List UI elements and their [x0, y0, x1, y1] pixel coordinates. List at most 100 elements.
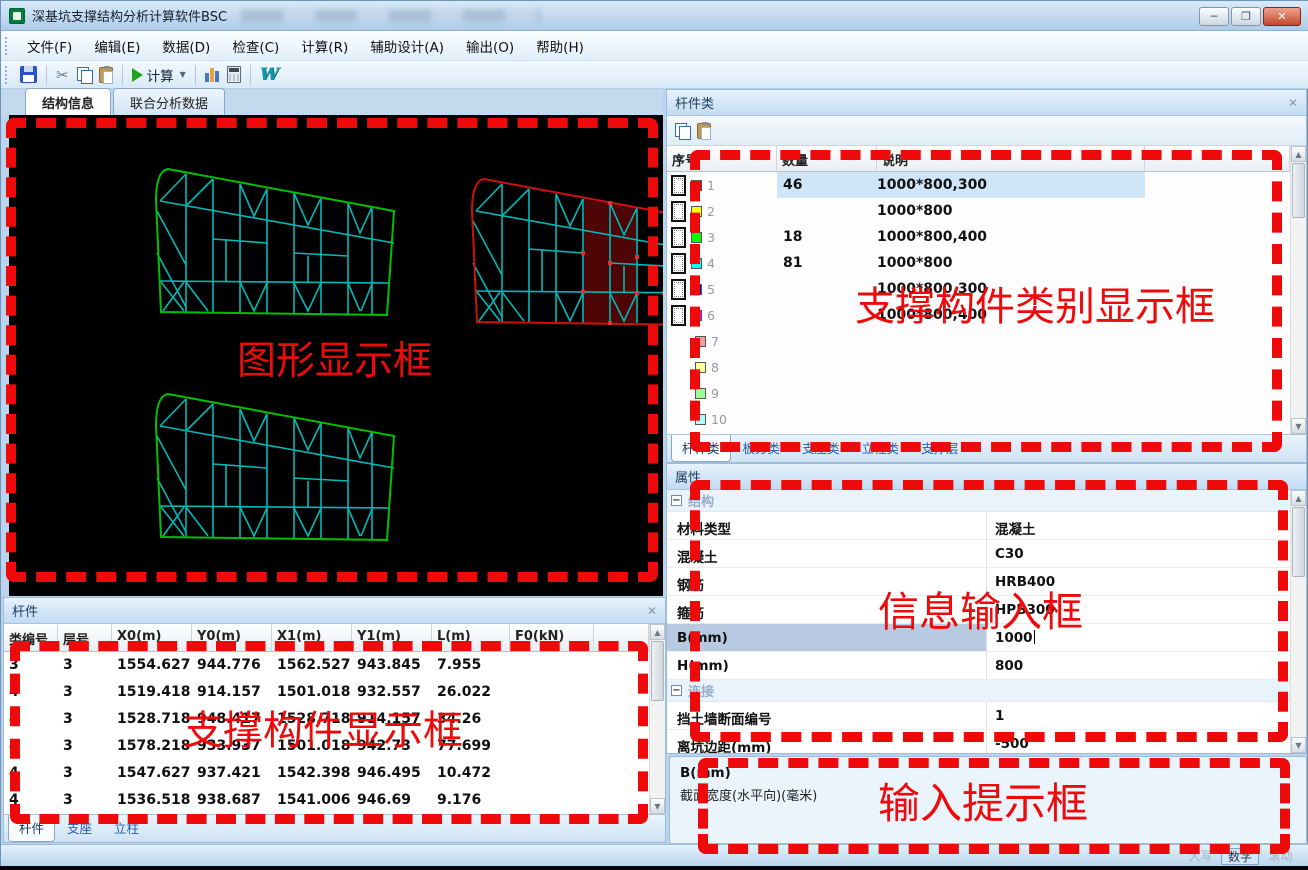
list-item[interactable]: 3181000*800,400 — [667, 224, 1290, 250]
property-row[interactable]: 钢筋HRB400 — [667, 568, 1290, 596]
list-item[interactable]: 8 — [667, 354, 1290, 380]
collapse-icon[interactable]: − — [671, 685, 682, 696]
property-group-header[interactable]: −连接 — [667, 680, 1290, 702]
paste-button[interactable] — [95, 65, 117, 85]
toolbar-separator — [122, 65, 123, 85]
property-panel-title: 属性 — [675, 467, 701, 486]
tab-category-4[interactable]: 支撑层 — [911, 435, 969, 461]
scroll-down-icon[interactable]: ▼ — [1291, 418, 1306, 434]
property-value-input[interactable]: -500 — [987, 730, 1290, 753]
scroll-up-icon[interactable]: ▲ — [1291, 146, 1306, 162]
category-row-number: 10 — [711, 412, 727, 427]
property-scrollbar[interactable]: ▲ ▼ — [1290, 490, 1306, 753]
scroll-thumb[interactable] — [651, 641, 664, 701]
category-col-header: 说明 — [877, 146, 1145, 172]
list-item[interactable]: 7 — [667, 328, 1290, 354]
property-value-input[interactable]: 混凝土 — [987, 512, 1290, 539]
list-item[interactable]: 51000*800,300 — [667, 276, 1290, 302]
property-row[interactable]: 箍筋HPB300 — [667, 596, 1290, 624]
property-row[interactable]: 离坑边距(mm)-500 — [667, 730, 1290, 753]
property-value-input[interactable]: 1 — [987, 702, 1290, 729]
menu-item-2[interactable]: 数据(D) — [151, 31, 221, 61]
save-button[interactable] — [16, 64, 41, 85]
category-scrollbar[interactable]: ▲ ▼ — [1290, 146, 1306, 434]
paste-icon[interactable] — [697, 123, 711, 139]
collapse-icon[interactable]: − — [671, 495, 682, 506]
scroll-down-icon[interactable]: ▼ — [650, 798, 665, 814]
category-row-number: 2 — [707, 204, 715, 219]
member-cell: 1501.018 — [272, 679, 352, 706]
table-row[interactable]: 331554.627944.7761562.527943.8457.955 — [4, 652, 649, 679]
property-row[interactable]: 挡土墙断面编号1 — [667, 702, 1290, 730]
bar-chart-icon — [205, 67, 219, 82]
graphics-canvas[interactable] — [9, 115, 663, 596]
scroll-thumb[interactable] — [1292, 507, 1305, 577]
tab-member-2[interactable]: 立柱 — [104, 815, 149, 841]
tab-member-0[interactable]: 杆件 — [8, 815, 55, 842]
scroll-down-icon[interactable]: ▼ — [1291, 737, 1306, 753]
property-name: B(mm) — [667, 624, 987, 651]
minimize-button[interactable]: ─ — [1199, 7, 1229, 26]
category-panel: 杆件类 ✕ 序号数量说明 1461000*800,30021000*800318… — [666, 89, 1307, 463]
table-row[interactable]: 431528.718948.4171528.718914.15734.26 — [4, 706, 649, 733]
tab-category-0[interactable]: 杆件类 — [671, 435, 731, 462]
menu-item-3[interactable]: 检查(C) — [221, 31, 290, 61]
chart-button[interactable] — [201, 65, 223, 84]
menu-item-7[interactable]: 帮助(H) — [525, 31, 595, 61]
tab-category-2[interactable]: 支座类 — [792, 435, 850, 461]
tab-category-1[interactable]: 板分类 — [733, 435, 791, 461]
list-item[interactable]: 4811000*800 — [667, 250, 1290, 276]
property-name: 材料类型 — [667, 512, 987, 539]
table-row[interactable]: 431519.418914.1571501.018932.55726.022 — [4, 679, 649, 706]
word-export-button[interactable]: W — [256, 63, 283, 87]
member-cell: 77.699 — [432, 733, 510, 760]
member-col-header: F0(kN) — [510, 624, 594, 652]
member-panel-header: 杆件 ✕ — [4, 598, 665, 624]
list-item[interactable]: 10 — [667, 406, 1290, 432]
menu-item-5[interactable]: 辅助设计(A) — [359, 31, 455, 61]
copy-button[interactable] — [73, 65, 95, 84]
property-value-input[interactable]: HPB300 — [987, 596, 1290, 623]
close-button[interactable]: ✕ — [1263, 7, 1301, 26]
tab-doc-0[interactable]: 结构信息 — [25, 88, 111, 115]
tab-member-1[interactable]: 支座 — [57, 815, 102, 841]
calculator-button[interactable] — [223, 64, 245, 85]
property-value-input[interactable]: 1000 — [987, 624, 1290, 651]
copy-icon[interactable] — [675, 123, 689, 138]
scroll-up-icon[interactable]: ▲ — [1291, 490, 1306, 506]
property-row[interactable]: H(mm)800 — [667, 652, 1290, 680]
menu-item-0[interactable]: 文件(F) — [16, 31, 83, 61]
property-row[interactable]: 材料类型混凝土 — [667, 512, 1290, 540]
menu-item-4[interactable]: 计算(R) — [290, 31, 359, 61]
member-cell — [510, 787, 594, 814]
list-item[interactable]: 1461000*800,300 — [667, 172, 1290, 198]
menu-item-1[interactable]: 编辑(E) — [83, 31, 151, 61]
member-scrollbar[interactable]: ▲ ▼ — [649, 624, 665, 814]
member-panel-close-icon[interactable]: ✕ — [647, 604, 657, 618]
tab-category-3[interactable]: 立柱类 — [852, 435, 910, 461]
cut-button[interactable]: ✂ — [52, 64, 73, 86]
category-panel-close-icon[interactable]: ✕ — [1288, 96, 1298, 110]
calculate-button[interactable]: 计算 ▼ — [128, 63, 190, 87]
restore-button[interactable]: ❐ — [1231, 7, 1261, 26]
category-row-number: 8 — [711, 360, 719, 375]
property-value-input[interactable]: 800 — [987, 652, 1290, 679]
table-row[interactable]: 431578.218933.9371501.018942.7377.699 — [4, 733, 649, 760]
category-description: 1000*800 — [877, 203, 1145, 219]
scroll-up-icon[interactable]: ▲ — [650, 624, 665, 640]
menu-item-6[interactable]: 输出(O) — [455, 31, 525, 61]
property-row[interactable]: B(mm)1000 — [667, 624, 1290, 652]
status-indicator-1: 数字 — [1221, 848, 1259, 865]
property-value-input[interactable]: C30 — [987, 540, 1290, 567]
list-item[interactable]: 2 1000*800 — [667, 198, 1290, 224]
table-row[interactable]: 431547.627937.4211542.398946.49510.472 — [4, 760, 649, 787]
table-row[interactable]: 431536.518938.6871541.006946.699.176 — [4, 787, 649, 814]
scroll-thumb[interactable] — [1292, 163, 1305, 218]
property-group-header[interactable]: −结构 — [667, 490, 1290, 512]
property-row[interactable]: 混凝土C30 — [667, 540, 1290, 568]
app-icon — [9, 8, 25, 24]
tab-doc-1[interactable]: 联合分析数据 — [113, 88, 225, 115]
list-item[interactable]: 61000*800,400 — [667, 302, 1290, 328]
property-value-input[interactable]: HRB400 — [987, 568, 1290, 595]
list-item[interactable]: 9 — [667, 380, 1290, 406]
